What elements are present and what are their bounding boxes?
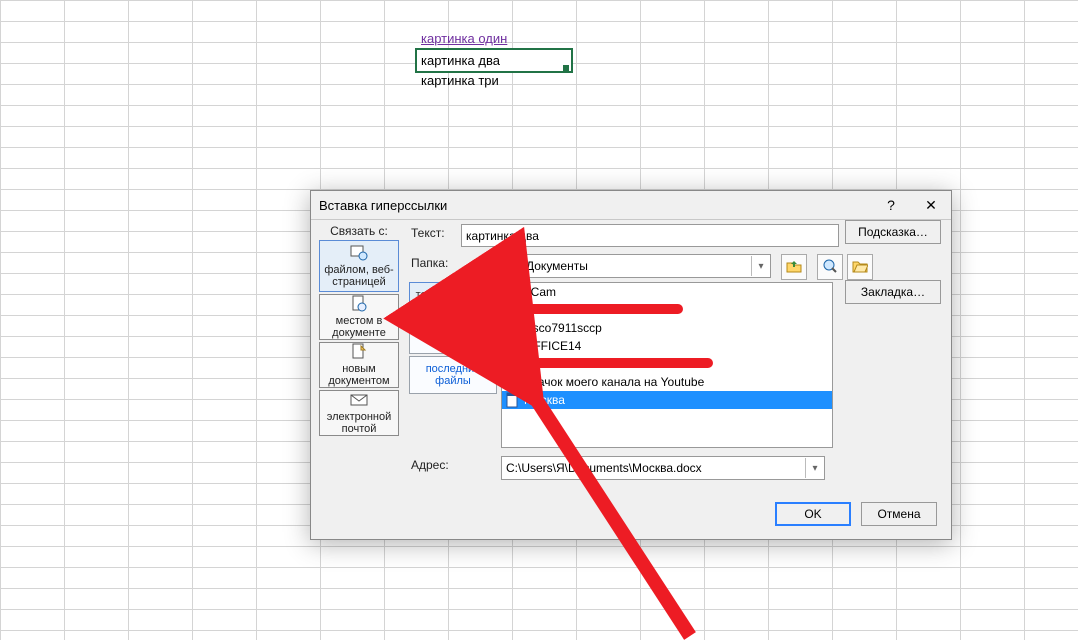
- linkto-place-label: местом в документе: [322, 315, 396, 339]
- browse-web-button[interactable]: [817, 254, 843, 280]
- up-folder-icon: [786, 258, 802, 277]
- dialog-titlebar[interactable]: Вставка гиперссылки ? ✕: [311, 191, 951, 220]
- doc-icon: [504, 356, 520, 372]
- address-value: C:\Users\Я\Documents\Москва.docx: [506, 461, 805, 475]
- chevron-down-icon: ▾: [751, 256, 770, 276]
- address-label: Адрес:: [411, 458, 449, 472]
- linkto-file-web-label: файлом, веб-страницей: [322, 264, 396, 288]
- globe-search-icon: [822, 258, 838, 277]
- cancel-button[interactable]: Отмена: [861, 502, 937, 526]
- tab-browsed-label: просмотренные страницы: [413, 317, 494, 341]
- file-name: Значок моего канала на Youtube: [524, 375, 704, 389]
- linkto-new-doc-label: новым документом: [322, 363, 396, 387]
- look-in-folder-select[interactable]: Документы ▾: [501, 254, 771, 278]
- tab-recent-files[interactable]: последние файлы: [409, 356, 497, 394]
- file-web-icon: [350, 244, 368, 262]
- bookmark-button[interactable]: Закладка…: [845, 280, 941, 304]
- insert-hyperlink-dialog: Вставка гиперссылки ? ✕ Связать с: файло…: [310, 190, 952, 540]
- file-name: cisco7911sccp: [524, 321, 602, 335]
- display-text-input[interactable]: [461, 224, 839, 247]
- folder-label: Папка:: [411, 256, 448, 270]
- linkto-file-web[interactable]: файлом, веб-страницей: [319, 240, 399, 292]
- file-name: OFFICE14: [524, 339, 581, 353]
- cell-pic3[interactable]: картинка три: [417, 70, 499, 91]
- redaction-bar: [523, 304, 683, 314]
- chevron-down-icon: ▾: [805, 458, 824, 478]
- dialog-help-button[interactable]: ?: [871, 191, 911, 219]
- cell-selected-pic2[interactable]: картинка два: [415, 48, 573, 73]
- new-doc-icon: [350, 343, 368, 361]
- file-name: Москва: [524, 393, 565, 407]
- file-list-item[interactable]: Значок моего канала на Youtube: [502, 373, 832, 391]
- doc-icon: [504, 374, 520, 390]
- file-list-item[interactable]: oCam: [502, 283, 832, 301]
- linkto-label: Связать с:: [319, 224, 399, 238]
- email-icon: [350, 391, 368, 409]
- tab-current-folder[interactable]: текущая папка: [409, 282, 497, 308]
- linkto-email[interactable]: электронной почтой: [319, 390, 399, 436]
- linkto-place-in-doc[interactable]: местом в документе: [319, 294, 399, 340]
- linkto-email-label: электронной почтой: [322, 411, 396, 435]
- tab-browsed-pages[interactable]: просмотренные страницы: [409, 310, 497, 354]
- doc-icon: [504, 392, 520, 408]
- file-list-item[interactable]: OFFICE14: [502, 337, 832, 355]
- cell-link-pic1[interactable]: картинка один: [417, 28, 507, 49]
- redaction-bar: [523, 358, 713, 368]
- up-one-level-button[interactable]: [781, 254, 807, 280]
- dialog-close-button[interactable]: ✕: [911, 191, 951, 219]
- file-name: oCam: [524, 285, 556, 299]
- tab-current-label: текущая папка: [416, 289, 491, 301]
- file-list-item[interactable]: Москва: [502, 391, 832, 409]
- cell-selection-handle[interactable]: [563, 65, 569, 71]
- dialog-title: Вставка гиперссылки: [319, 198, 447, 213]
- screentip-button[interactable]: Подсказка…: [845, 220, 941, 244]
- open-folder-icon: [852, 258, 868, 277]
- text-label: Текст:: [411, 226, 445, 240]
- folder-value: Документы: [526, 259, 751, 273]
- folder-icon: [506, 258, 522, 274]
- ok-button[interactable]: OK: [775, 502, 851, 526]
- browse-file-button[interactable]: [847, 254, 873, 280]
- folder-icon: [504, 284, 520, 300]
- folder-icon: [504, 302, 520, 318]
- address-input[interactable]: C:\Users\Я\Documents\Москва.docx ▾: [501, 456, 825, 480]
- file-list-item[interactable]: cisco7911sccp: [502, 319, 832, 337]
- place-doc-icon: [350, 295, 368, 313]
- shortcut-icon: [504, 338, 520, 354]
- linkto-new-doc[interactable]: новым документом: [319, 342, 399, 388]
- archive-icon: [504, 320, 520, 336]
- tab-recent-label: последние файлы: [426, 363, 481, 387]
